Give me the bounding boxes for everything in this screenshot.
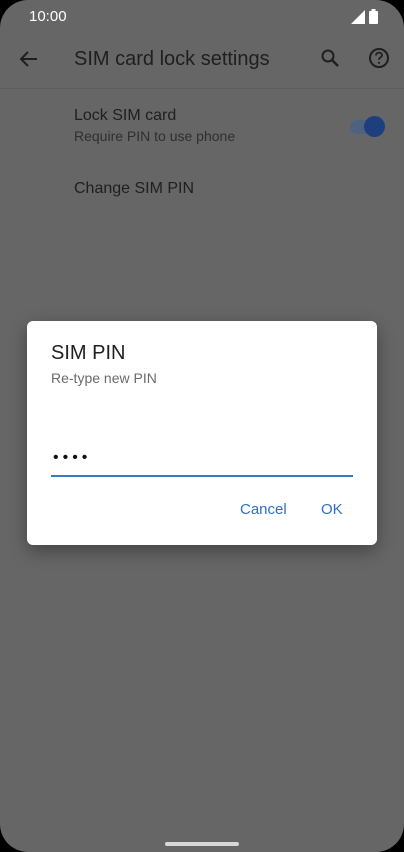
back-button[interactable] [14,46,44,76]
dialog-message: Re-type new PIN [51,370,157,386]
page-title: SIM card lock settings [74,48,270,70]
help-icon [368,47,390,74]
status-bar: 10:00 [0,0,404,34]
lock-sim-card-row[interactable]: Lock SIM card Require PIN to use phone [0,96,404,156]
signal-icon [351,9,365,29]
change-sim-pin-title: Change SIM PIN [74,180,195,197]
sim-pin-dialog: SIM PIN Re-type new PIN •••• Cancel OK [27,321,377,545]
status-time: 10:00 [29,8,67,25]
help-button[interactable] [365,46,393,74]
ok-button[interactable]: OK [321,501,343,518]
search-button[interactable] [316,46,344,74]
search-icon [320,48,340,73]
phone-screen: 10:00 SIM card lock settings Lock SIM ca… [0,0,404,852]
lock-sim-card-toggle[interactable] [350,115,386,137]
toggle-thumb [364,116,385,137]
pin-input[interactable]: •••• [51,445,353,477]
pin-value: •••• [53,449,92,466]
battery-icon [369,9,378,29]
status-icons [351,9,378,29]
app-bar-divider [0,88,404,89]
change-sim-pin-row[interactable]: Change SIM PIN [0,166,404,214]
app-bar: SIM card lock settings [0,34,404,88]
back-arrow-icon [19,49,39,74]
lock-sim-card-summary: Require PIN to use phone [74,128,236,144]
home-indicator[interactable] [165,842,239,846]
cancel-button[interactable]: Cancel [240,501,287,518]
lock-sim-card-title: Lock SIM card [74,107,177,124]
dialog-title: SIM PIN [51,342,126,364]
